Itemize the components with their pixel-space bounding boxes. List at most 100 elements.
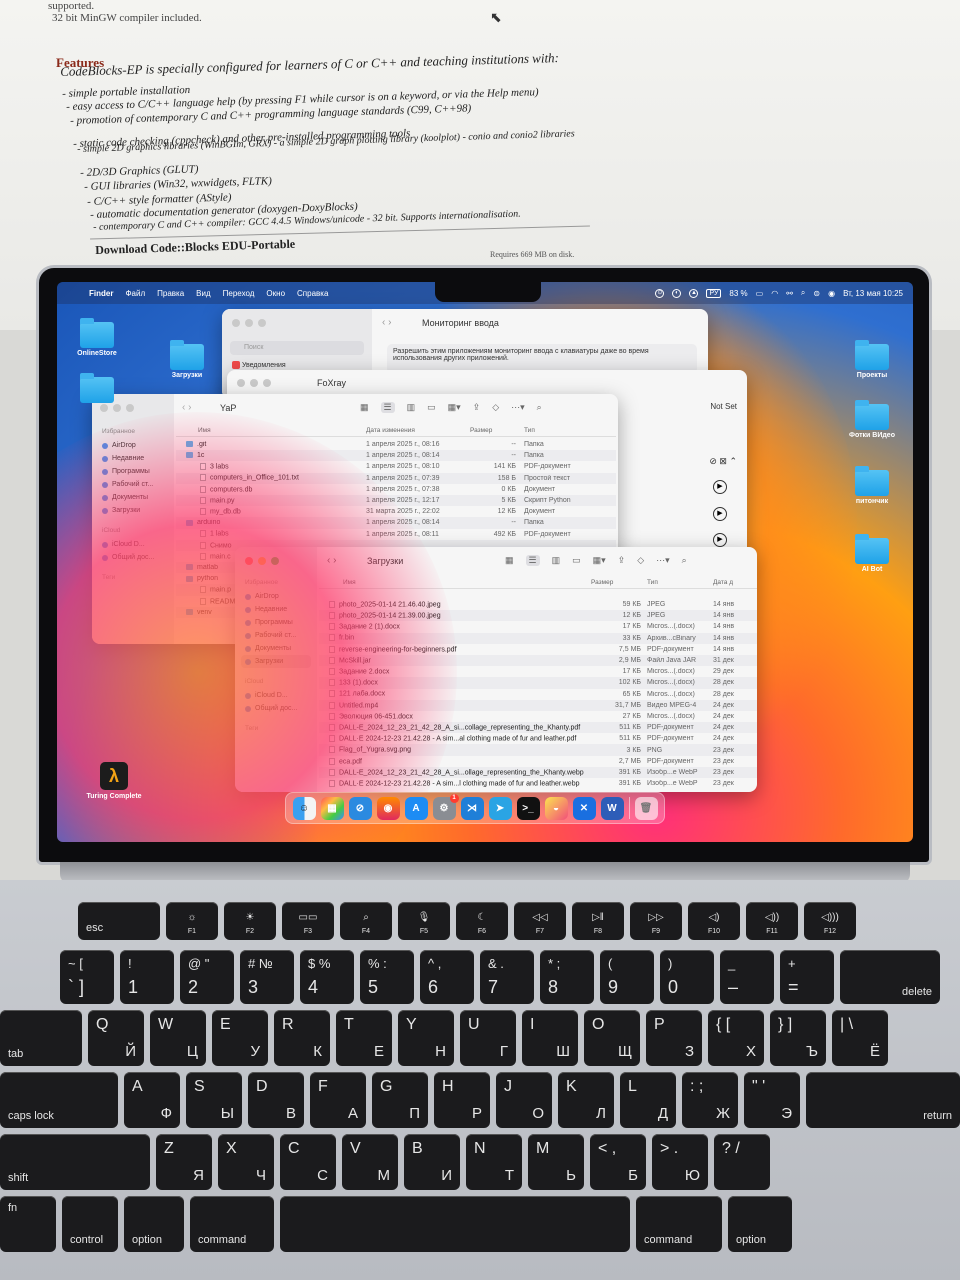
desktop-folder-unnamed[interactable] (62, 373, 132, 405)
icon-view-icon[interactable]: ▦ (360, 402, 369, 413)
play-icon[interactable]: ▶ (713, 480, 727, 494)
key-home-3[interactable]: FА (310, 1072, 366, 1128)
table-row[interactable]: Задание 2 (1).docx 17 КБ Micros...(.docx) 1… (319, 621, 757, 632)
menu-app-finder[interactable]: Finder (89, 289, 113, 298)
table-row[interactable]: main.py 1 апреля 2025 г., 12:17 5 КБ Скрипт… (176, 494, 616, 507)
key-home-10[interactable]: " ' Э (744, 1072, 800, 1128)
gallery-view-icon[interactable]: ▭ (427, 402, 436, 413)
key-1[interactable]: WЦ (150, 1010, 206, 1066)
search-icon[interactable]: ⌕ (682, 555, 687, 566)
key-tab[interactable]: tab (0, 1010, 82, 1066)
table-row[interactable]: computers_in_Office_101.txt 1 апреля 2025… (176, 472, 616, 484)
key-bottom-4[interactable]: BИ (404, 1134, 460, 1190)
battery-icon[interactable]: ▭ (756, 289, 764, 298)
key-fn[interactable]: fn (0, 1196, 56, 1252)
siri-icon[interactable]: ◉ (828, 289, 835, 298)
window-controls[interactable] (245, 557, 279, 565)
key-10[interactable]: { [Х (708, 1010, 764, 1066)
column-type[interactable]: Тип (524, 427, 604, 434)
group-icon[interactable]: ▦▾ (593, 555, 606, 566)
table-row[interactable]: .git 1 апреля 2025 г., 08:16 -- Папка (176, 439, 616, 450)
table-row[interactable]: DALL-E_2024_12_23_21_42_28_A_si...ollage… (319, 766, 757, 778)
status-app-icon[interactable]: ⊙ (655, 288, 665, 298)
key-home-8[interactable]: LД (620, 1072, 676, 1128)
key-caps-lock[interactable]: caps lock (0, 1072, 118, 1128)
sidebar-item-airdrop[interactable]: AirDrop (98, 439, 168, 452)
column-date-added[interactable]: Дата д (713, 579, 743, 586)
column-name[interactable]: Имя (176, 427, 366, 434)
table-row[interactable]: my_db.db 31 марта 2025 г., 22:02 12 КБ Доку… (176, 506, 616, 517)
table-row[interactable]: DALL·E 2024-12-23 21.42.28 - A sim...al … (319, 733, 757, 744)
pycharm-icon[interactable]: ◒ (544, 796, 568, 820)
key-num-1[interactable]: ! 1 (120, 950, 174, 1004)
play-icon[interactable]: ▶ (713, 507, 727, 521)
table-row[interactable]: Flag_of_Yugra.svg.png 3 КБ PNG 23 дек (319, 744, 757, 756)
table-row[interactable]: DALL-E_2024_12_23_21_42_28_A_si...collag… (319, 722, 757, 734)
sidebar-item-downloads[interactable]: Загрузки (241, 655, 311, 668)
key-home-7[interactable]: KЛ (558, 1072, 614, 1128)
sidebar-item-applications[interactable]: Программы (241, 616, 311, 629)
key-3[interactable]: RК (274, 1010, 330, 1066)
desktop-folder-photos-video[interactable]: Фотки ВИдео (837, 400, 907, 439)
minimize-icon[interactable] (258, 557, 266, 565)
share-icon[interactable]: ⇪ (473, 402, 481, 413)
key-esc[interactable]: esc (78, 902, 160, 940)
settings-search-input[interactable]: Поиск (230, 341, 364, 355)
column-view-icon[interactable]: ▥ (552, 555, 561, 566)
key-home-0[interactable]: AФ (124, 1072, 180, 1128)
table-row[interactable]: 3 labs 1 апреля 2025 г., 08:10 141 КБ PDF-д… (176, 461, 616, 472)
desktop-folder-downloads[interactable]: Загрузки (152, 340, 222, 379)
tag-icon[interactable]: ◇ (637, 555, 644, 566)
key-num-0[interactable]: ~ [` ] (60, 950, 114, 1004)
table-row[interactable]: computers.db 1 апреля 2025 г., 07:38 0 КБ Д… (176, 484, 616, 495)
key-option-right[interactable]: option (728, 1196, 792, 1252)
desktop-folder-onlinestore[interactable]: OnlineStore (62, 318, 132, 357)
key-f7[interactable]: ◁◁ F7 (514, 902, 566, 940)
key-bottom-9[interactable]: ? / (714, 1134, 770, 1190)
close-icon[interactable] (245, 557, 253, 565)
menu-edit[interactable]: Правка (157, 289, 184, 298)
key-num-3[interactable]: # № 3 (240, 950, 294, 1004)
table-row[interactable]: DALL·E 2024-12-23 21.42.28 - A sim...l c… (319, 778, 757, 789)
key-bottom-0[interactable]: ZЯ (156, 1134, 212, 1190)
key-f8[interactable]: ▷‖ F8 (572, 902, 624, 940)
table-row[interactable]: 133 (1).docx 102 КБ Micros...(.docx) 28 дек (319, 677, 757, 689)
table-row[interactable]: Эволюция 06-451.docx 27 КБ Micros...(.docx… (319, 711, 757, 722)
table-row[interactable]: 1c 1 апреля 2025 г., 08:14 -- Папка (176, 450, 616, 462)
key-f5[interactable]: 🎙 F5 (398, 902, 450, 940)
key-delete[interactable]: delete (840, 950, 940, 1004)
key-6[interactable]: UГ (460, 1010, 516, 1066)
desktop-folder-python[interactable]: питончик (837, 466, 907, 505)
icon-view-icon[interactable]: ▦ (505, 555, 514, 566)
telegram-icon[interactable]: ➤ (488, 796, 512, 820)
window-controls[interactable] (232, 319, 266, 327)
vpn-icon[interactable]: ▲ (689, 288, 699, 298)
share-icon[interactable]: ⇪ (618, 555, 626, 566)
key-num-7[interactable]: & . 7 (480, 950, 534, 1004)
play-icon[interactable]: ▶ (713, 533, 727, 547)
key-num-2[interactable]: @ " 2 (180, 950, 234, 1004)
sidebar-item-airdrop[interactable]: AirDrop (241, 590, 311, 603)
firefox-icon[interactable]: ◉ (376, 796, 400, 820)
key-8[interactable]: OЩ (584, 1010, 640, 1066)
key-7[interactable]: IШ (522, 1010, 578, 1066)
settings-icon[interactable]: ⚙ 1 (432, 793, 459, 820)
spotlight-icon[interactable]: ⌕ (801, 288, 805, 298)
key-num-10[interactable]: ) 0 (660, 950, 714, 1004)
column-view-icon[interactable]: ▥ (407, 402, 416, 413)
keyboard-layout[interactable]: РУ (706, 288, 722, 298)
word-icon[interactable]: W (600, 796, 624, 820)
sidebar-item-icloud-drive[interactable]: iCloud D... (98, 538, 168, 551)
list-view-icon[interactable]: ☰ (380, 402, 395, 413)
sidebar-item-recents[interactable]: Недавние (241, 603, 311, 616)
key-5[interactable]: YН (398, 1010, 454, 1066)
key-num-9[interactable]: (9 (600, 950, 654, 1004)
more-icon[interactable]: ⋯▾ (511, 402, 525, 413)
key-control[interactable]: control (62, 1196, 118, 1252)
sidebar-item-recents[interactable]: Недавние (98, 452, 168, 465)
key-return[interactable]: return (806, 1072, 960, 1128)
tag-icon[interactable]: ◇ (492, 402, 499, 413)
key-11[interactable]: } ] Ъ (770, 1010, 826, 1066)
key-home-9[interactable]: : ; Ж (682, 1072, 738, 1128)
key-home-1[interactable]: SЫ (186, 1072, 242, 1128)
